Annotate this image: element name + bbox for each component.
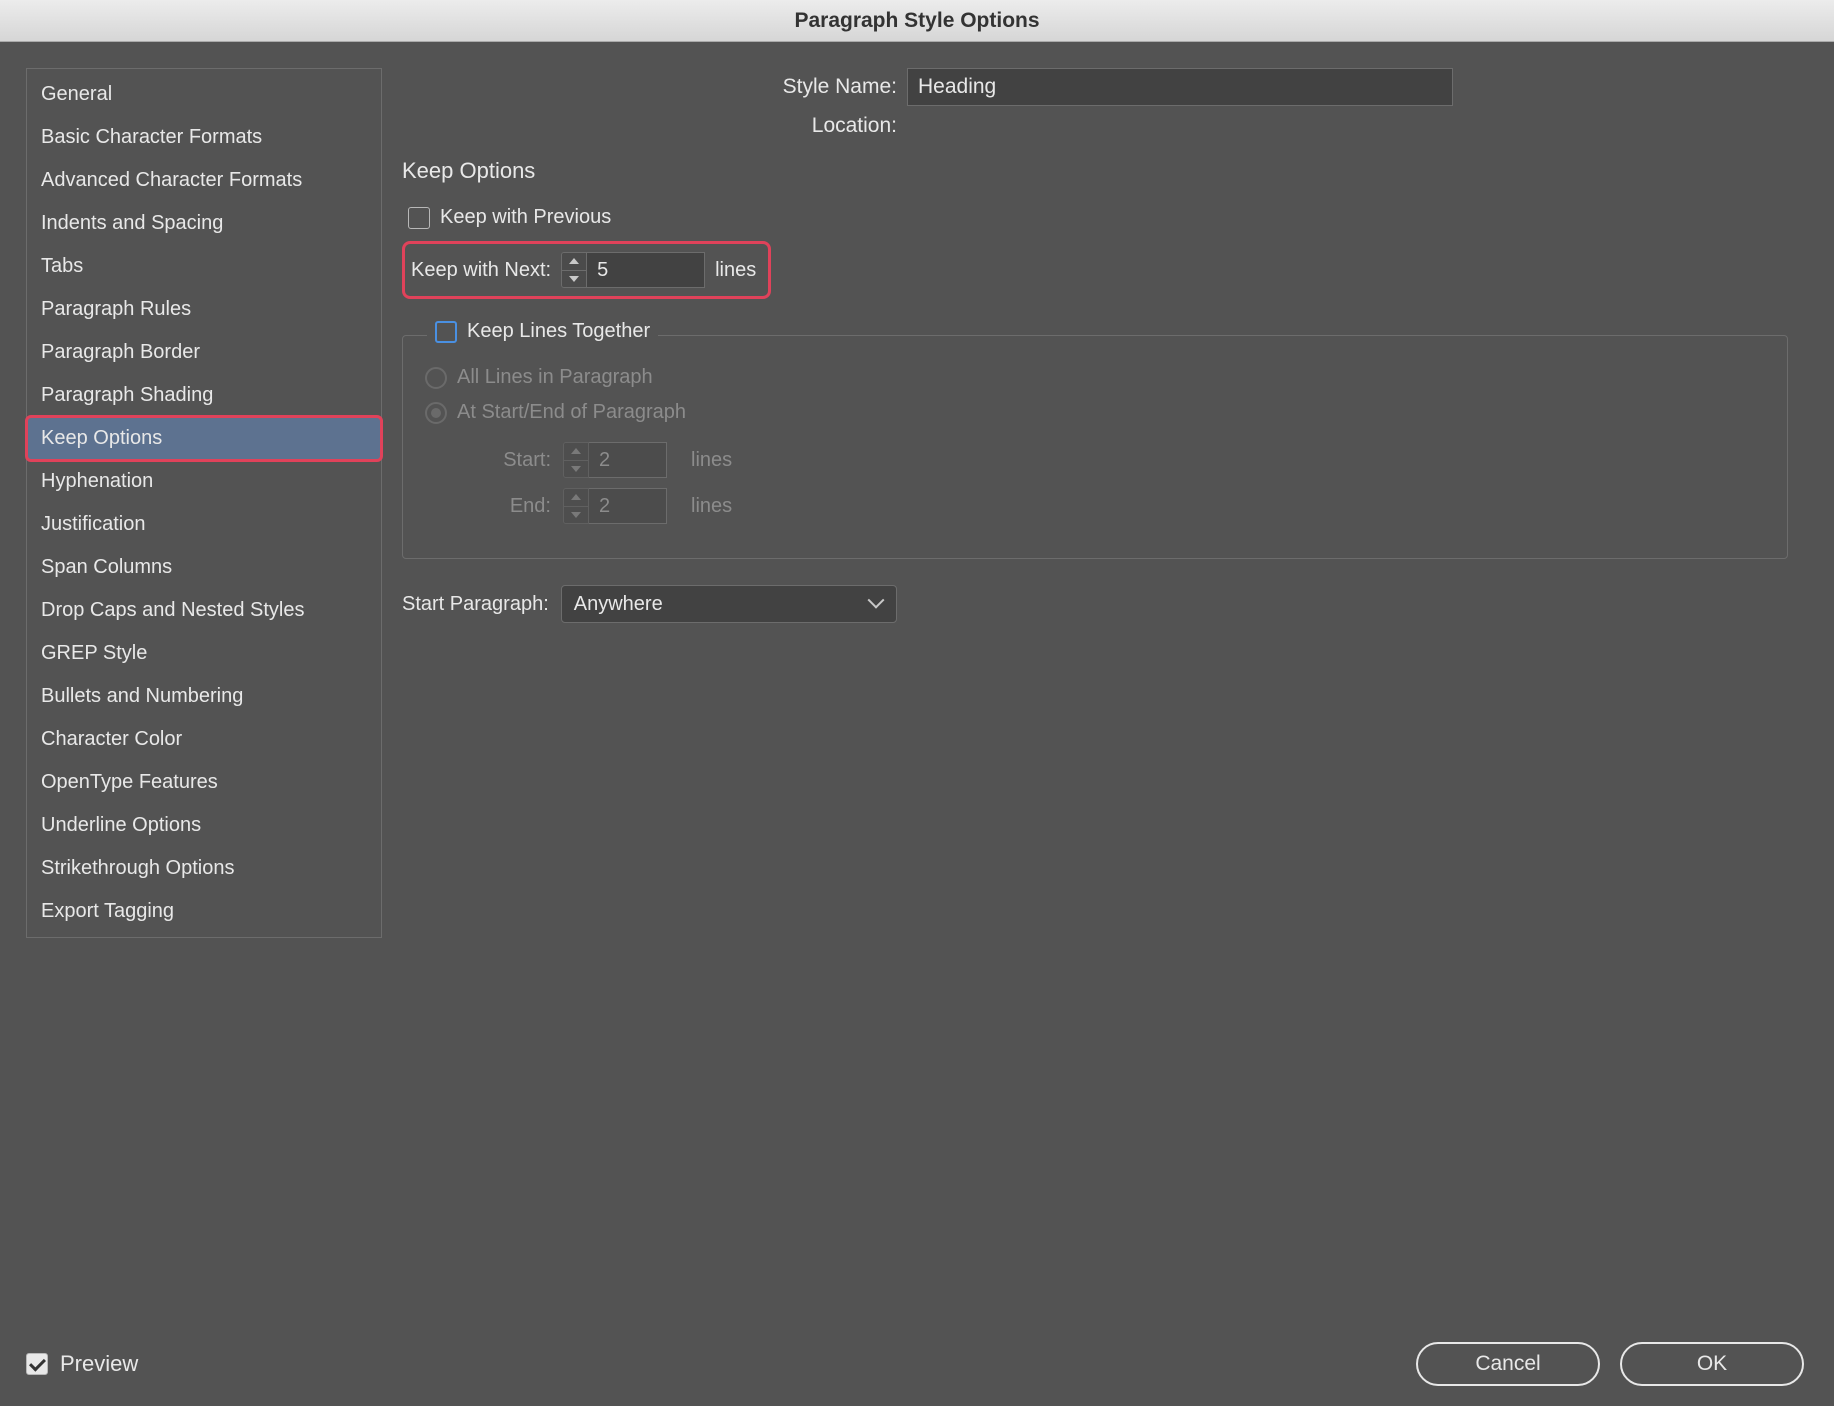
start-suffix: lines — [691, 449, 732, 472]
sidebar-item-paragraph-shading[interactable]: Paragraph Shading — [27, 374, 381, 417]
stepper-down-icon[interactable] — [564, 507, 588, 524]
style-name-input[interactable] — [907, 68, 1453, 106]
stepper-down-icon[interactable] — [564, 461, 588, 478]
location-label: Location: — [402, 114, 907, 138]
keep-with-next-highlight: Keep with Next: lines — [402, 241, 771, 299]
sidebar-item-strikethrough-options[interactable]: Strikethrough Options — [27, 847, 381, 890]
chevron-down-icon — [870, 597, 884, 611]
sidebar-item-indents-and-spacing[interactable]: Indents and Spacing — [27, 202, 381, 245]
category-sidebar: General Basic Character Formats Advanced… — [26, 68, 382, 938]
sidebar-item-hyphenation[interactable]: Hyphenation — [27, 460, 381, 503]
keep-with-previous-label: Keep with Previous — [440, 206, 611, 229]
preview-checkbox[interactable] — [26, 1353, 48, 1375]
keep-with-next-label: Keep with Next: — [411, 259, 551, 282]
sidebar-item-opentype-features[interactable]: OpenType Features — [27, 761, 381, 804]
keep-with-next-stepper[interactable] — [561, 252, 587, 288]
stepper-up-icon[interactable] — [562, 253, 586, 271]
all-lines-radio[interactable] — [425, 367, 447, 389]
sidebar-item-underline-options[interactable]: Underline Options — [27, 804, 381, 847]
start-stepper[interactable] — [563, 442, 589, 478]
style-name-label: Style Name: — [402, 75, 907, 99]
start-paragraph-select[interactable]: Anywhere — [561, 585, 897, 623]
dialog-title: Paragraph Style Options — [0, 0, 1834, 42]
keep-with-next-suffix: lines — [715, 259, 756, 282]
sidebar-item-grep-style[interactable]: GREP Style — [27, 632, 381, 675]
at-start-end-radio[interactable] — [425, 402, 447, 424]
sidebar-item-paragraph-border[interactable]: Paragraph Border — [27, 331, 381, 374]
sidebar-item-paragraph-rules[interactable]: Paragraph Rules — [27, 288, 381, 331]
keep-lines-together-label: Keep Lines Together — [467, 320, 650, 343]
section-title: Keep Options — [402, 158, 1788, 184]
stepper-up-icon[interactable] — [564, 443, 588, 461]
end-stepper[interactable] — [563, 488, 589, 524]
start-paragraph-label: Start Paragraph: — [402, 593, 549, 616]
start-input[interactable] — [589, 442, 667, 478]
keep-lines-together-checkbox[interactable] — [435, 321, 457, 343]
all-lines-label: All Lines in Paragraph — [457, 366, 653, 389]
sidebar-item-bullets-and-numbering[interactable]: Bullets and Numbering — [27, 675, 381, 718]
stepper-down-icon[interactable] — [562, 271, 586, 288]
sidebar-item-basic-character-formats[interactable]: Basic Character Formats — [27, 116, 381, 159]
sidebar-item-justification[interactable]: Justification — [27, 503, 381, 546]
end-label: End: — [425, 495, 563, 518]
preview-label: Preview — [60, 1351, 138, 1377]
sidebar-item-character-color[interactable]: Character Color — [27, 718, 381, 761]
start-paragraph-value: Anywhere — [574, 593, 663, 616]
keep-with-next-input[interactable] — [587, 252, 705, 288]
sidebar-item-keep-options[interactable]: Keep Options — [27, 417, 381, 460]
start-label: Start: — [425, 449, 563, 472]
end-input[interactable] — [589, 488, 667, 524]
keep-with-previous-checkbox[interactable] — [408, 207, 430, 229]
stepper-up-icon[interactable] — [564, 489, 588, 507]
sidebar-item-span-columns[interactable]: Span Columns — [27, 546, 381, 589]
end-suffix: lines — [691, 495, 732, 518]
sidebar-item-tabs[interactable]: Tabs — [27, 245, 381, 288]
sidebar-item-drop-caps[interactable]: Drop Caps and Nested Styles — [27, 589, 381, 632]
sidebar-item-advanced-character-formats[interactable]: Advanced Character Formats — [27, 159, 381, 202]
at-start-end-label: At Start/End of Paragraph — [457, 401, 686, 424]
ok-button[interactable]: OK — [1620, 1342, 1804, 1386]
sidebar-item-export-tagging[interactable]: Export Tagging — [27, 890, 381, 933]
cancel-button[interactable]: Cancel — [1416, 1342, 1600, 1386]
sidebar-item-general[interactable]: General — [27, 73, 381, 116]
